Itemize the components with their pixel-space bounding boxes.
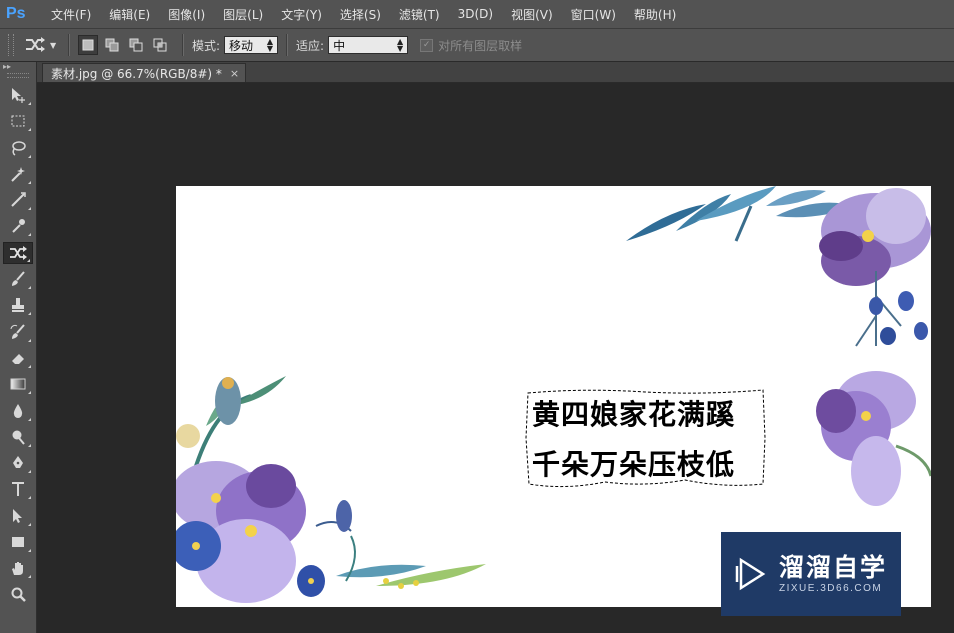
new-selection-icon xyxy=(82,39,94,51)
brush-tool[interactable] xyxy=(3,268,33,290)
menu-image[interactable]: 图像(I) xyxy=(159,6,214,23)
tools-panel-grip[interactable] xyxy=(7,73,29,78)
eyedropper-icon xyxy=(12,219,25,234)
menu-type[interactable]: 文字(Y) xyxy=(272,6,331,23)
lasso-tool[interactable] xyxy=(3,137,33,159)
dodge-icon xyxy=(12,430,25,445)
sample-all-layers-checkbox[interactable]: ✓ 对所有图层取样 xyxy=(420,37,522,54)
subtract-selection-icon xyxy=(129,38,143,52)
checkmark-icon: ✓ xyxy=(420,38,434,52)
rectangle-icon xyxy=(12,537,24,548)
rect-marquee-tool[interactable] xyxy=(3,110,33,132)
sample-all-layers-label: 对所有图层取样 xyxy=(438,38,523,53)
gradient-tool[interactable] xyxy=(3,373,33,395)
adapt-select[interactable]: 中 ▲ ▼ xyxy=(328,36,409,54)
options-bar: ▼ 模式: 移动 ▲ ▼ 适应: 中 ▲ ▼ ✓ 对所有图层取样 xyxy=(0,28,954,62)
chevron-down-icon: ▼ xyxy=(50,40,57,50)
tools-panel: ▸▸ xyxy=(0,62,37,633)
eraser-icon xyxy=(12,353,24,364)
divider xyxy=(182,34,184,56)
move-icon xyxy=(12,88,25,103)
select-arrows-icon: ▲ ▼ xyxy=(266,37,274,53)
magic-wand-icon xyxy=(11,166,25,182)
zoom-tool[interactable] xyxy=(3,584,33,606)
poem-selection[interactable]: 黄四娘家花满蹊 千朵万朵压枝低 xyxy=(525,388,767,490)
tool-preset-picker[interactable]: ▼ xyxy=(24,34,60,56)
menu-file[interactable]: 文件(F) xyxy=(42,6,100,23)
poem-line-1: 黄四娘家花满蹊 xyxy=(532,398,736,431)
mode-value: 移动 xyxy=(229,38,254,53)
hand-tool[interactable] xyxy=(3,557,33,579)
type-icon xyxy=(12,482,24,497)
history-brush-tool[interactable] xyxy=(3,321,33,343)
path-select-icon xyxy=(13,508,22,523)
history-brush-icon xyxy=(10,324,25,339)
intersect-selection-icon xyxy=(153,38,167,52)
content-aware-move-icon xyxy=(26,37,45,52)
menu-view[interactable]: 视图(V) xyxy=(502,6,562,23)
eraser-tool[interactable] xyxy=(3,347,33,369)
stamp-icon xyxy=(12,298,24,313)
rectangle-tool[interactable] xyxy=(3,531,33,553)
type-tool[interactable] xyxy=(3,478,33,500)
divider xyxy=(68,34,70,56)
crop-tool[interactable] xyxy=(3,189,33,211)
pen-tool[interactable] xyxy=(3,452,33,474)
magic-wand-tool[interactable] xyxy=(3,163,33,185)
add-selection-icon xyxy=(105,38,119,52)
poem-line-2: 千朵万朵压枝低 xyxy=(532,448,736,481)
move-tool[interactable] xyxy=(3,84,33,106)
brush-icon xyxy=(12,271,25,287)
mode-label: 模式: xyxy=(192,38,221,53)
document-tab[interactable]: 素材.jpg @ 66.7%(RGB/8#) * × xyxy=(42,63,247,82)
blur-icon xyxy=(13,403,23,418)
lasso-icon xyxy=(12,140,26,156)
dodge-tool[interactable] xyxy=(3,426,33,448)
content-aware-move-icon xyxy=(10,245,27,260)
expand-panel-icon[interactable]: ▸▸ xyxy=(0,62,36,72)
rect-marquee-icon xyxy=(11,115,25,127)
divider xyxy=(286,34,289,56)
options-bar-grip[interactable] xyxy=(8,34,14,56)
subtract-selection-button[interactable] xyxy=(126,35,146,55)
menu-help[interactable]: 帮助(H) xyxy=(625,6,685,23)
document-tab-strip: 素材.jpg @ 66.7%(RGB/8#) * × xyxy=(37,62,954,83)
close-icon[interactable]: × xyxy=(230,67,239,80)
eyedropper-tool[interactable] xyxy=(3,215,33,237)
mode-select[interactable]: 移动 ▲ ▼ xyxy=(224,36,279,54)
menu-bar: Ps 文件(F) 编辑(E) 图像(I) 图层(L) 文字(Y) 选择(S) 滤… xyxy=(0,0,954,28)
add-selection-button[interactable] xyxy=(102,35,122,55)
menu-edit[interactable]: 编辑(E) xyxy=(100,6,159,23)
watermark-url: ZIXUE.3D66.COM xyxy=(779,583,883,594)
play-logo-icon xyxy=(735,557,766,591)
new-selection-button[interactable] xyxy=(78,35,98,55)
intersect-selection-button[interactable] xyxy=(150,35,170,55)
watermark-title: 溜溜自学 xyxy=(779,553,888,582)
crop-icon xyxy=(11,192,26,207)
pen-icon xyxy=(13,456,23,469)
watermark: 溜溜自学 ZIXUE.3D66.COM xyxy=(721,532,901,616)
gradient-icon xyxy=(10,378,26,390)
photoshop-logo: Ps xyxy=(6,5,26,22)
menu-select[interactable]: 选择(S) xyxy=(331,6,390,23)
path-selection-tool[interactable] xyxy=(3,505,33,527)
menu-layer[interactable]: 图层(L) xyxy=(214,6,272,23)
document-tab-title: 素材.jpg @ 66.7%(RGB/8#) * xyxy=(51,66,222,81)
hand-icon xyxy=(12,562,23,576)
menu-window[interactable]: 窗口(W) xyxy=(562,6,625,23)
adapt-label: 适应: xyxy=(296,38,325,53)
menu-filter[interactable]: 滤镜(T) xyxy=(390,6,449,23)
select-arrows-icon: ▲ ▼ xyxy=(396,37,404,53)
blur-tool[interactable] xyxy=(3,400,33,422)
content-aware-move-tool[interactable] xyxy=(3,241,33,264)
clone-stamp-tool[interactable] xyxy=(3,294,33,316)
adapt-value: 中 xyxy=(333,38,346,53)
menu-3d[interactable]: 3D(D) xyxy=(449,7,502,21)
zoom-icon xyxy=(11,587,26,602)
